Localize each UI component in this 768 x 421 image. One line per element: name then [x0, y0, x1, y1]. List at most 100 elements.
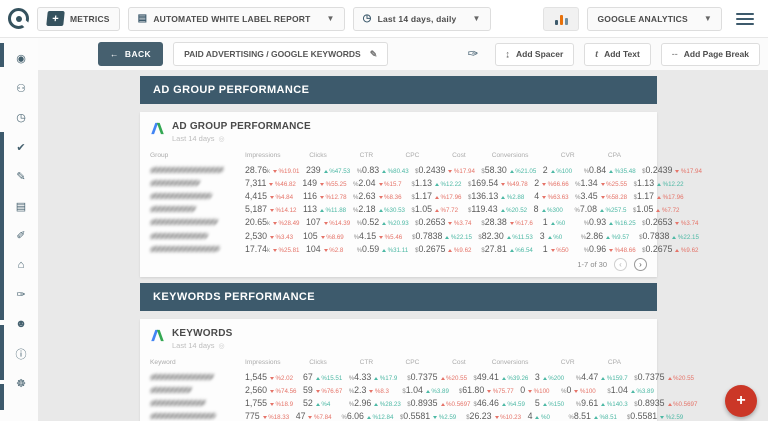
widget-date-range: Last 14 days	[172, 341, 215, 351]
metric-cell: $0.7838 %22.15	[412, 231, 478, 241]
bar-chart-icon	[559, 14, 563, 25]
breadcrumb-label: PAID ADVERTISING / GOOGLE KEYWORDS	[184, 49, 361, 59]
section-header-ad-groups[interactable]: AD GROUP PERFORMANCE	[140, 76, 657, 104]
report-name: AUTOMATED WHITE LABEL REPORT	[153, 13, 311, 24]
metric-cell: 52 %4	[303, 398, 349, 408]
add-text-button[interactable]: t Add Text	[584, 42, 651, 66]
arrow-up-icon	[542, 376, 547, 380]
agency-icon[interactable]: ⌂	[4, 251, 38, 281]
pagination-prev-button[interactable]: ‹	[614, 257, 627, 271]
section-title: KEYWORDS PERFORMANCE	[153, 291, 316, 304]
report-canvas: AD GROUP PERFORMANCE AD GROUP PERFORMANC…	[38, 70, 768, 421]
metric-cell: 2,530 %3.43	[245, 231, 303, 241]
metric-cell: %2.96 %28.23	[349, 398, 407, 408]
integration-selector[interactable]: GOOGLE ANALYTICS ▼	[587, 6, 722, 31]
column-header: CTR	[359, 151, 374, 159]
change-indicator: %55.25	[320, 181, 353, 188]
integration-icon-button[interactable]	[543, 6, 580, 31]
arrow-up-icon	[435, 182, 439, 186]
metric-cell: %0.52 %20.93	[357, 217, 415, 227]
date-range-selector[interactable]: ◷ Last 14 days, daily ▼	[352, 6, 491, 31]
metric-cell: 5,187 %14.12	[245, 204, 303, 214]
metric-cell: %0.59 %31.11	[357, 244, 415, 254]
settings-icon[interactable]: ☸	[4, 369, 38, 399]
team-icon[interactable]: ⚇	[4, 74, 38, 104]
arrow-up-icon	[541, 209, 546, 213]
arrow-up-icon	[323, 169, 328, 173]
change-indicator: %17.94	[675, 168, 708, 175]
metric-cell: $0.5581 %2.59	[627, 411, 693, 421]
breadcrumb[interactable]: PAID ADVERTISING / GOOGLE KEYWORDS ✎	[173, 42, 389, 66]
ad-group-performance-widget[interactable]: AD GROUP PERFORMANCE Last 14 days ◎ Grou…	[140, 112, 702, 278]
metric-cell: 7,311 %46.82	[245, 178, 302, 188]
change-indicator: %14.12	[270, 207, 303, 214]
add-metrics-button[interactable]: + METRICS	[37, 6, 120, 31]
change-indicator: %50	[550, 247, 584, 254]
arrow-up-icon	[542, 403, 547, 407]
metric-cell: $1.17 %17.96	[634, 191, 690, 201]
spacer-icon: ↨	[505, 49, 511, 59]
theme-brush-button[interactable]: ✑	[462, 46, 485, 62]
table-row: 1,755 %18.9 52 %4 %2.96 %28.23 $0.8935 %0.5697 $…	[149, 397, 697, 410]
design-icon[interactable]: ✑	[4, 280, 38, 310]
page-break-icon: --	[671, 49, 678, 59]
change-indicator: %25.55	[600, 181, 634, 188]
change-indicator: %5.46	[379, 234, 412, 241]
arrow-down-icon	[320, 182, 325, 186]
arrow-up-icon	[657, 195, 662, 199]
back-button[interactable]: ← BACK	[98, 42, 164, 66]
arrow-up-icon	[448, 248, 453, 252]
arrow-up-icon	[601, 376, 606, 380]
menu-icon[interactable]	[736, 12, 754, 25]
report-selector[interactable]: ▤ AUTOMATED WHITE LABEL REPORT ▼	[127, 6, 345, 31]
keywords-performance-widget[interactable]: KEYWORDS Last 14 days ◎ Keyword Impressio…	[140, 319, 697, 421]
web-icon[interactable]: ◉	[4, 44, 38, 74]
metric-cell: %0.83 %80.43	[357, 165, 415, 175]
add-fab-button[interactable]: +	[725, 385, 757, 417]
profile-icon[interactable]: ☻	[4, 310, 38, 340]
tasks-icon[interactable]: ✔	[4, 133, 38, 163]
metric-cell: %6.06 %12.84	[341, 411, 399, 421]
metric-cell: $0.2653 %3.74	[415, 217, 481, 227]
arrow-down-icon	[448, 169, 453, 173]
arrow-up-icon	[440, 403, 445, 407]
arrow-up-icon	[501, 195, 506, 199]
metric-cell: %2.18 %30.53	[353, 204, 411, 214]
metric-cell: $0.2675 %9.62	[415, 244, 481, 254]
section-header-keywords[interactable]: KEYWORDS PERFORMANCE	[140, 283, 657, 312]
edit-icon[interactable]: ✎	[4, 162, 38, 192]
report-icon[interactable]: ▤	[4, 192, 38, 222]
change-indicator: %66.66	[542, 181, 575, 188]
keywords-table: Keyword Impressions Clicks CTR CPC Cost Conver…	[149, 356, 697, 421]
change-indicator: %22.15	[672, 234, 705, 241]
change-indicator: %17.96	[434, 194, 468, 201]
metric-cell: 8 %300	[534, 204, 575, 214]
metric-cell: 5 %150	[535, 398, 576, 408]
info-icon[interactable]: ⓘ	[4, 339, 38, 369]
metric-cell: $169.54 %49.78	[468, 178, 534, 188]
arrow-up-icon	[445, 235, 450, 239]
arrow-down-icon	[660, 416, 665, 420]
metric-cell: 17.74k %25.81	[245, 244, 306, 254]
ad-group-table: Group Impressions Clicks CTR CPC Cost Conversi…	[149, 149, 702, 272]
change-indicator: %20.52	[500, 207, 534, 214]
change-indicator: %11.53	[506, 234, 540, 241]
date-range-label: Last 14 days, daily	[377, 13, 457, 24]
annotate-icon[interactable]: ✐	[4, 221, 38, 251]
arrow-down-icon	[528, 390, 533, 394]
pagination-next-button[interactable]: ›	[634, 257, 647, 271]
redacted-row-label	[149, 387, 193, 394]
metric-cell: %0.93 %16.25	[584, 217, 642, 227]
redacted-row-label	[149, 192, 213, 199]
arrow-down-icon	[675, 169, 680, 173]
add-spacer-button[interactable]: ↨ Add Spacer	[494, 42, 575, 66]
history-icon[interactable]: ◷	[4, 103, 38, 133]
add-page-break-button[interactable]: -- Add Page Break	[660, 42, 760, 66]
metric-cell: 1 %50	[543, 244, 584, 254]
arrow-up-icon	[434, 195, 439, 199]
change-indicator: %2.88	[501, 194, 534, 201]
clipboard-icon: ▤	[137, 13, 148, 24]
arrow-down-icon	[323, 248, 328, 252]
app-logo[interactable]	[8, 8, 29, 29]
arrow-down-icon	[574, 390, 579, 394]
